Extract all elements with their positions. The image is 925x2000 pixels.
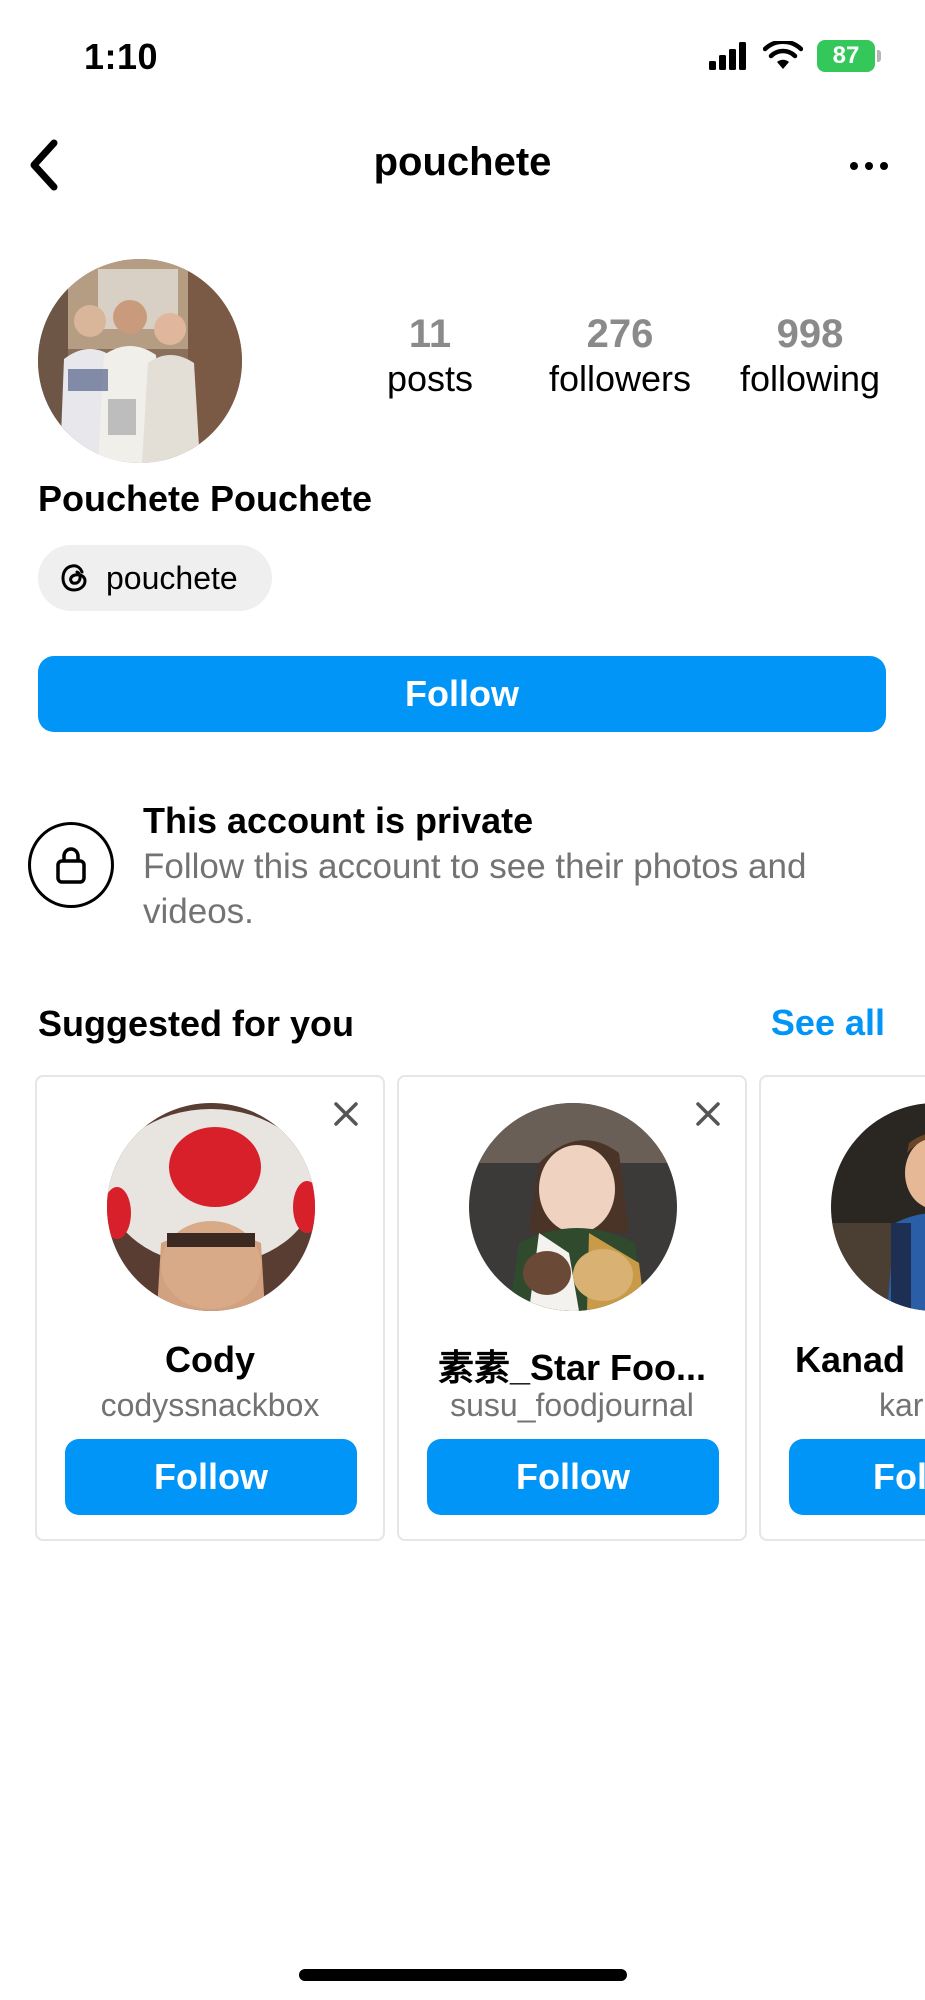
suggested-card[interactable]: Cody codyssnackbox Follow — [35, 1075, 385, 1541]
threads-icon — [61, 564, 87, 592]
private-account-lock — [28, 822, 114, 908]
threads-badge[interactable]: pouchete — [38, 545, 272, 611]
page-title: pouchete — [373, 140, 552, 184]
profile-photo — [38, 259, 242, 463]
avatar-photo — [831, 1103, 925, 1311]
stat-followers[interactable]: 276 followers — [530, 312, 710, 401]
profile-header: pouchete — [0, 120, 925, 210]
private-title: This account is private — [143, 800, 534, 841]
status-time: 1:10 — [84, 36, 159, 77]
battery-cap — [877, 50, 881, 62]
battery-indicator: 87 — [817, 40, 881, 72]
stat-value: 998 — [776, 312, 844, 356]
suggested-title: Suggested for you — [38, 1003, 355, 1044]
status-bar: 1:10 87 — [0, 0, 925, 110]
avatar[interactable] — [107, 1103, 315, 1311]
close-icon[interactable] — [331, 1099, 361, 1129]
suggested-username: codyssnackbox — [100, 1387, 320, 1423]
stat-following[interactable]: 998 following — [720, 312, 900, 401]
suggested-name: Kanad — [795, 1339, 906, 1380]
suggested-name: Cody — [165, 1339, 255, 1380]
avatar[interactable] — [469, 1103, 677, 1311]
see-all-link[interactable]: See all — [771, 1002, 885, 1044]
private-description: Follow this account to see their photos … — [143, 847, 807, 931]
more-horizontal-icon — [850, 162, 888, 170]
profile-avatar[interactable] — [38, 259, 242, 463]
stat-value: 276 — [586, 312, 654, 356]
stat-value: 11 — [408, 312, 452, 356]
more-options-button[interactable] — [837, 136, 901, 196]
battery-level: 87 — [817, 40, 875, 72]
follow-button[interactable]: Follow — [38, 656, 886, 732]
suggested-card[interactable]: Kanad kar Fol — [759, 1075, 925, 1541]
wifi-icon — [763, 41, 803, 69]
suggested-follow-button[interactable]: Follow — [65, 1439, 357, 1515]
avatar-photo — [469, 1103, 677, 1311]
suggested-follow-button[interactable]: Fol — [789, 1439, 925, 1515]
suggested-follow-button[interactable]: Follow — [427, 1439, 719, 1515]
stat-label: posts — [386, 358, 474, 399]
profile-full-name: Pouchete Pouchete — [38, 478, 373, 519]
suggested-username: susu_foodjournal — [450, 1387, 694, 1423]
avatar[interactable] — [831, 1103, 925, 1311]
stat-posts[interactable]: 11 posts — [340, 312, 520, 401]
suggested-name: 素素_Star Foo... — [437, 1347, 707, 1388]
avatar-photo — [107, 1103, 315, 1311]
lock-icon — [56, 847, 86, 884]
suggested-username: kar — [879, 1387, 924, 1423]
cellular-signal-icon — [709, 42, 746, 70]
home-indicator[interactable] — [299, 1969, 627, 1981]
status-icons: 87 — [709, 40, 881, 72]
stat-label: followers — [548, 358, 692, 399]
close-icon[interactable] — [693, 1099, 723, 1129]
threads-handle: pouchete — [106, 559, 238, 596]
suggested-card[interactable]: 素素_Star Foo... susu_foodjournal Follow — [397, 1075, 747, 1541]
profile-stats: 11 posts 276 followers 998 following — [340, 312, 900, 401]
suggested-carousel[interactable]: Cody codyssnackbox Follow 素素_Star Foo...… — [35, 1075, 925, 1543]
stat-label: following — [739, 358, 881, 399]
